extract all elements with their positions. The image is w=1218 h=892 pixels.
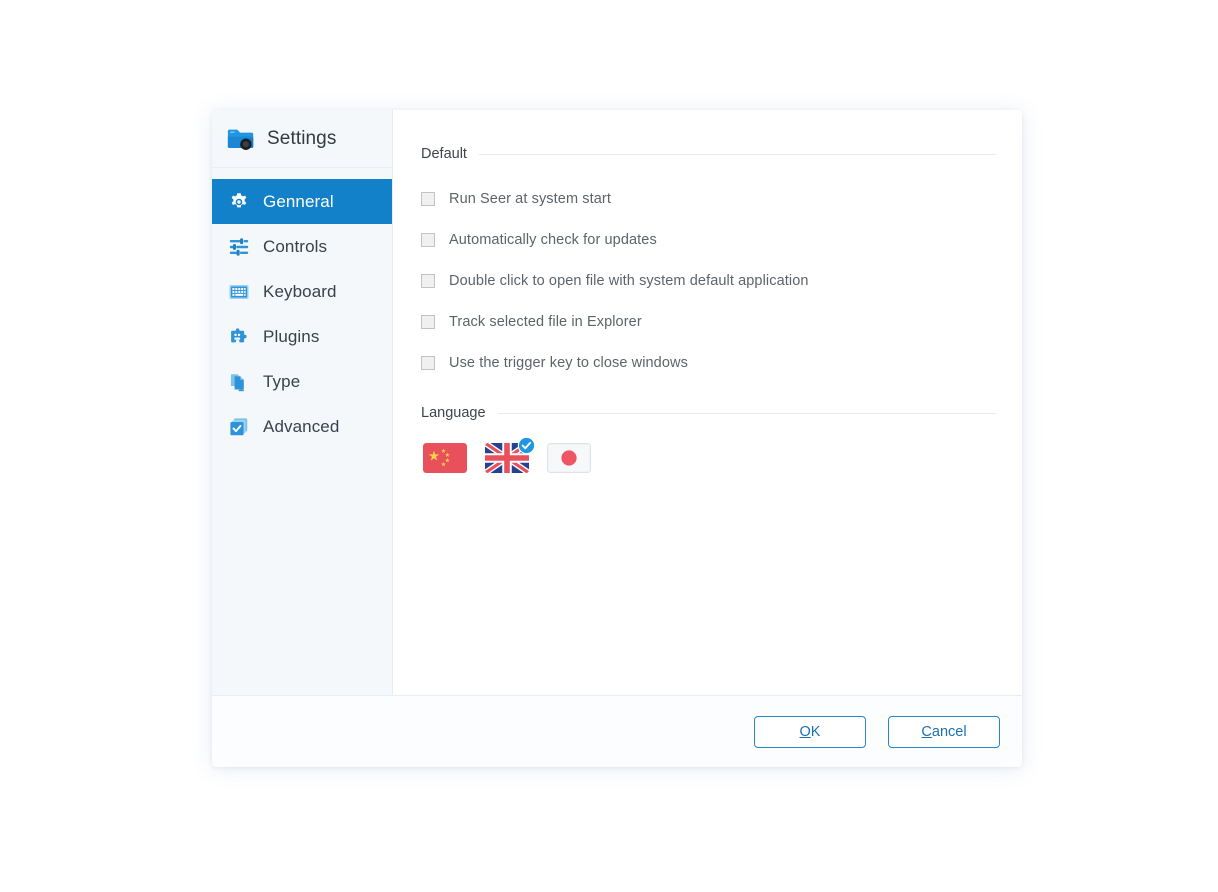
- settings-content: Default Run Seer at system start Automat…: [393, 110, 1022, 695]
- settings-window: Settings Genneral Controls Keyboard Plug…: [212, 110, 1022, 767]
- option-row[interactable]: Automatically check for updates: [421, 219, 996, 260]
- cancel-button[interactable]: Cancel: [888, 715, 1000, 748]
- sidebar-item-keyboard[interactable]: Keyboard: [212, 269, 392, 314]
- sidebar-item-type[interactable]: Type: [212, 359, 392, 404]
- ok-rest: K: [810, 723, 821, 740]
- selected-check-badge-icon: [517, 436, 536, 455]
- section-title: Default: [421, 146, 467, 162]
- brand-header: Settings: [212, 110, 392, 168]
- sliders-icon: [229, 237, 249, 256]
- option-label: Track selected file in Explorer: [449, 313, 642, 330]
- dialog-footer: OK Cancel: [212, 695, 1022, 767]
- checkbox-use-trigger-key-to-close-windows[interactable]: [421, 355, 435, 370]
- sidebar-item-label: Advanced: [263, 416, 340, 436]
- option-label: Automatically check for updates: [449, 231, 657, 248]
- screen: Settings Genneral Controls Keyboard Plug…: [0, 0, 1218, 892]
- sidebar-nav: Genneral Controls Keyboard Plugins Type …: [212, 168, 392, 449]
- section-divider: [478, 153, 996, 155]
- section-title: Language: [421, 405, 486, 421]
- default-section-header: Default: [421, 146, 996, 162]
- option-label: Use the trigger key to close windows: [449, 354, 688, 371]
- language-option-chinese[interactable]: [423, 443, 467, 473]
- sidebar-item-label: Genneral: [263, 191, 334, 211]
- sidebar-item-label: Controls: [263, 236, 328, 256]
- china-flag: [423, 443, 467, 473]
- keyboard-icon: [229, 284, 249, 299]
- language-section-header: Language: [421, 405, 996, 421]
- ok-button[interactable]: OK: [754, 715, 866, 748]
- sidebar-item-genneral[interactable]: Genneral: [212, 179, 392, 224]
- brand-label: Settings: [267, 127, 337, 149]
- gear-icon: [231, 192, 247, 207]
- sidebar: Settings Genneral Controls Keyboard Plug…: [212, 110, 393, 695]
- checkbox-double-click-to-open-file[interactable]: [421, 273, 435, 288]
- sidebar-item-label: Type: [263, 371, 301, 391]
- option-row[interactable]: Track selected file in Explorer: [421, 301, 996, 342]
- sidebar-item-advanced[interactable]: Advanced: [212, 404, 392, 449]
- option-row[interactable]: Use the trigger key to close windows: [421, 342, 996, 383]
- seer-folder-icon: [227, 129, 254, 150]
- cancel-rest: ancel: [931, 723, 967, 740]
- language-flag-row: [421, 436, 996, 473]
- japan-flag: [547, 443, 591, 473]
- sidebar-item-label: Keyboard: [263, 281, 337, 301]
- cancel-accel: C: [921, 723, 932, 740]
- language-option-japanese[interactable]: [547, 443, 591, 473]
- section-divider: [497, 412, 996, 414]
- language-section: Language: [421, 405, 996, 473]
- sidebar-item-label: Plugins: [263, 326, 320, 346]
- checkbox-track-selected-file-in-explorer[interactable]: [421, 314, 435, 329]
- ok-accel: O: [799, 723, 811, 740]
- checkbox-run-seer-at-system-start[interactable]: [421, 191, 435, 206]
- checkbox-automatically-check-for-updates[interactable]: [421, 232, 435, 247]
- document-text-cursor-icon: [230, 373, 244, 391]
- sidebar-item-controls[interactable]: Controls: [212, 224, 392, 269]
- stacked-checkbox-icon: [230, 417, 248, 435]
- option-label: Double click to open file with system de…: [449, 272, 809, 289]
- sidebar-item-plugins[interactable]: Plugins: [212, 314, 392, 359]
- language-option-english[interactable]: [485, 436, 536, 473]
- window-body: Settings Genneral Controls Keyboard Plug…: [212, 110, 1022, 695]
- option-row[interactable]: Run Seer at system start: [421, 178, 996, 219]
- option-row[interactable]: Double click to open file with system de…: [421, 260, 996, 301]
- puzzle-icon: [231, 327, 247, 342]
- option-label: Run Seer at system start: [449, 190, 611, 207]
